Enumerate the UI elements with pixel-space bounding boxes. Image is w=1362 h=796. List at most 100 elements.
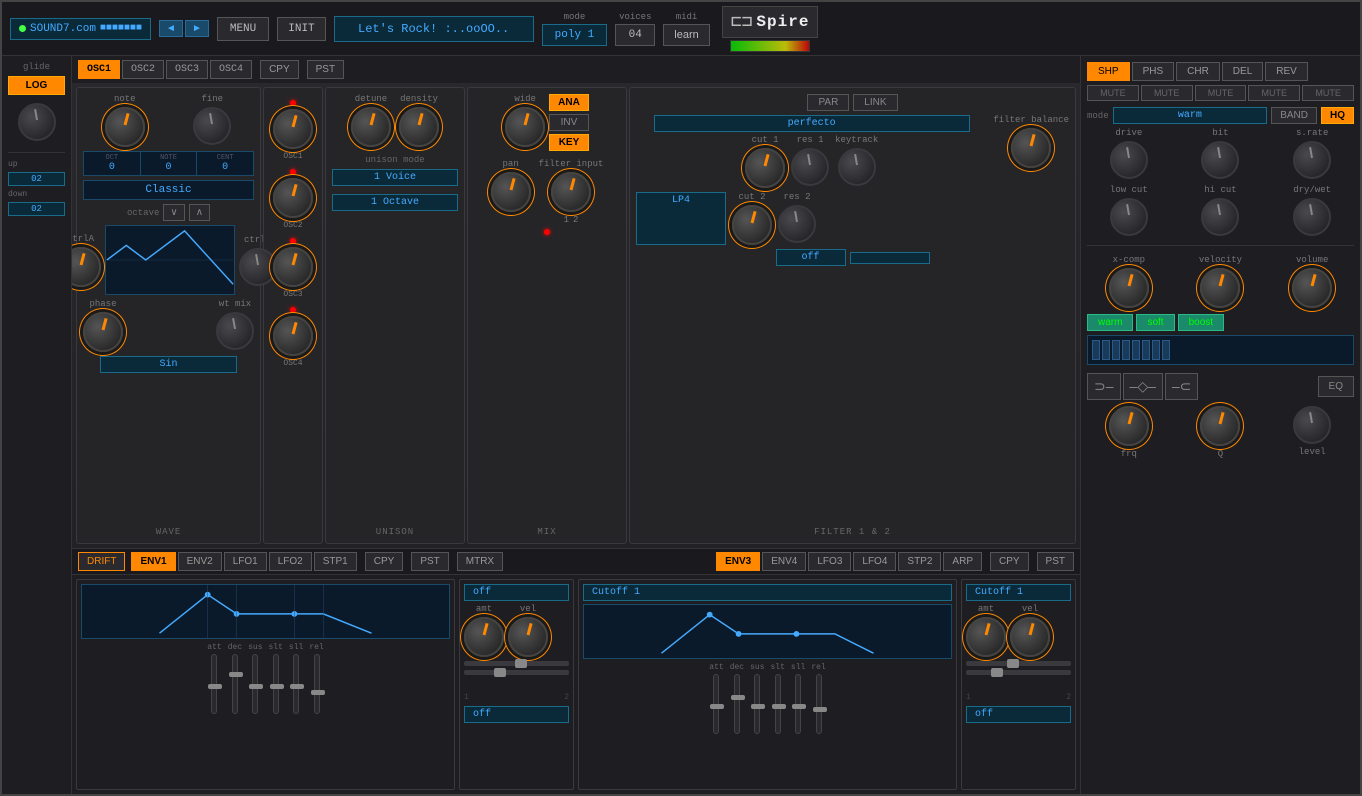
menu-button[interactable]: MENU — [217, 17, 269, 41]
ctrlb-knob[interactable] — [239, 248, 277, 286]
next-button[interactable]: ► — [185, 20, 209, 37]
warm-display[interactable]: warm — [1113, 107, 1268, 124]
phase-knob[interactable] — [83, 312, 123, 352]
filter2-type-display[interactable]: LP4 — [636, 192, 726, 245]
cut2-knob[interactable] — [732, 205, 772, 245]
filter1-type-display[interactable]: perfecto — [654, 115, 970, 132]
paste-osc-button[interactable]: PST — [307, 60, 344, 79]
e3-dec-slider[interactable] — [734, 674, 740, 734]
velocity-knob[interactable] — [1200, 268, 1240, 308]
oct-up-button[interactable]: ∧ — [189, 204, 210, 221]
lfo4-tab[interactable]: LFO4 — [853, 552, 896, 571]
osc2-vol-knob[interactable] — [273, 178, 313, 218]
cut1-knob[interactable] — [745, 148, 785, 188]
hq-button[interactable]: HQ — [1321, 107, 1354, 124]
density-knob[interactable] — [399, 107, 439, 147]
res1-knob[interactable] — [791, 148, 829, 186]
res2-knob[interactable] — [778, 205, 816, 243]
oct-down-button[interactable]: ∨ — [163, 204, 184, 221]
env2-tab[interactable]: ENV2 — [178, 552, 222, 571]
level-knob[interactable] — [1293, 406, 1331, 444]
eq-button[interactable]: EQ — [1318, 376, 1354, 397]
fine-knob[interactable] — [193, 107, 231, 145]
phs-mute-button[interactable]: MUTE — [1141, 85, 1193, 101]
lfo1-vel-knob[interactable] — [508, 617, 548, 657]
srate-knob[interactable] — [1293, 141, 1331, 179]
e3-sll-slider[interactable] — [795, 674, 801, 734]
lfo2-tab[interactable]: LFO2 — [269, 552, 312, 571]
prev-button[interactable]: ◄ — [159, 20, 183, 37]
filterinput-knob[interactable] — [551, 172, 591, 212]
lfo3-header[interactable]: Cutoff 1 — [966, 584, 1071, 601]
del-mute-button[interactable]: MUTE — [1248, 85, 1300, 101]
chr-tab[interactable]: CHR — [1176, 62, 1220, 81]
lfo3-amt-knob[interactable] — [966, 617, 1006, 657]
chr-mute-button[interactable]: MUTE — [1195, 85, 1247, 101]
rev-mute-button[interactable]: MUTE — [1302, 85, 1354, 101]
chain-btn-2[interactable]: –◇– — [1123, 373, 1163, 400]
ctrla-knob[interactable] — [72, 247, 101, 287]
mode-display[interactable]: poly 1 — [542, 24, 608, 46]
drive-knob[interactable] — [1110, 141, 1148, 179]
arp-tab[interactable]: ARP — [943, 552, 982, 571]
att-slider[interactable] — [211, 654, 217, 714]
lfo3-slider1[interactable] — [966, 661, 1071, 666]
pan-knob[interactable] — [491, 172, 531, 212]
par-button[interactable]: PAR — [807, 94, 849, 111]
midi-learn-button[interactable]: learn — [663, 24, 709, 46]
mtrx-button[interactable]: MTRX — [457, 552, 503, 571]
ana-button[interactable]: ANA — [549, 94, 589, 111]
glide-knob[interactable] — [18, 103, 56, 141]
lfo1-slider1[interactable] — [464, 661, 569, 666]
inv-button[interactable]: INV — [549, 114, 589, 131]
unison-octave-display[interactable]: 1 Octave — [332, 194, 458, 211]
lfo3-slider2[interactable] — [966, 670, 1071, 675]
env1-tab[interactable]: ENV1 — [131, 552, 175, 571]
drift-button[interactable]: DRIFT — [78, 552, 125, 571]
stp2-tab[interactable]: STP2 — [898, 552, 941, 571]
soft-button[interactable]: soft — [1136, 314, 1174, 331]
shp-mute-button[interactable]: MUTE — [1087, 85, 1139, 101]
paste-env2-button[interactable]: PST — [1037, 552, 1074, 571]
osc3-tab[interactable]: OSC3 — [166, 60, 208, 79]
osc1-vol-knob[interactable] — [273, 109, 313, 149]
osc4-vol-knob[interactable] — [273, 316, 313, 356]
osc1-tab[interactable]: OSC1 — [78, 60, 120, 79]
wave-type-display[interactable]: Sin — [100, 356, 237, 373]
sll-slider[interactable] — [293, 654, 299, 714]
drywet-knob[interactable] — [1293, 198, 1331, 236]
lfo1-slider2[interactable] — [464, 670, 569, 675]
boost-button[interactable]: boost — [1178, 314, 1224, 331]
lfo3-vel-knob[interactable] — [1010, 617, 1050, 657]
shp-tab[interactable]: SHP — [1087, 62, 1130, 81]
copy-env-button[interactable]: CPY — [365, 552, 404, 571]
phs-tab[interactable]: PHS — [1132, 62, 1175, 81]
copy-osc-button[interactable]: CPY — [260, 60, 299, 79]
slt-slider[interactable] — [273, 654, 279, 714]
lfo3-footer[interactable]: off — [966, 706, 1071, 723]
filter-balance-knob[interactable] — [1011, 128, 1051, 168]
warm-button[interactable]: warm — [1087, 314, 1133, 331]
filter-off-display[interactable]: off — [776, 249, 846, 266]
lfo1-footer[interactable]: off — [464, 706, 569, 723]
wide-knob[interactable] — [505, 107, 545, 147]
band-button[interactable]: BAND — [1271, 107, 1317, 124]
env3-header[interactable]: Cutoff 1 — [583, 584, 952, 601]
hicut-knob[interactable] — [1201, 198, 1239, 236]
stp1-tab[interactable]: STP1 — [314, 552, 357, 571]
lfo3-tab[interactable]: LFO3 — [808, 552, 851, 571]
note-knob[interactable] — [105, 107, 145, 147]
init-button[interactable]: INIT — [277, 17, 325, 41]
chain-btn-1[interactable]: ⊃– — [1087, 373, 1121, 400]
e3-slt-slider[interactable] — [775, 674, 781, 734]
wtmix-knob[interactable] — [216, 312, 254, 350]
e3-att-slider[interactable] — [713, 674, 719, 734]
dec-slider[interactable] — [232, 654, 238, 714]
copy-env2-button[interactable]: CPY — [990, 552, 1029, 571]
lowcut-knob[interactable] — [1110, 198, 1148, 236]
e3-sus-slider[interactable] — [754, 674, 760, 734]
key-button[interactable]: KEY — [549, 134, 589, 151]
unison-mode-display[interactable]: 1 Voice — [332, 169, 458, 186]
chain-btn-3[interactable]: –⊂ — [1165, 373, 1199, 400]
voices-display[interactable]: 04 — [615, 24, 655, 46]
